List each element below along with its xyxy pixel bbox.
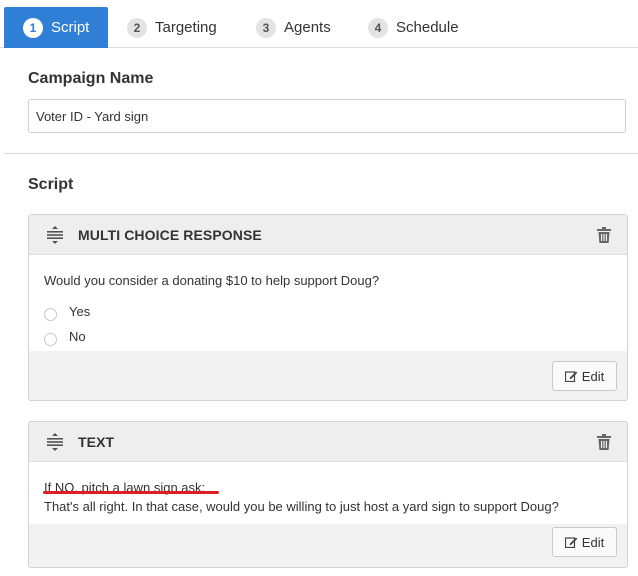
edit-label: Edit — [581, 534, 605, 550]
step-number: 3 — [256, 17, 276, 38]
tab-targeting[interactable]: 2 Targeting — [127, 7, 217, 48]
tab-agents[interactable]: 3 Agents — [256, 7, 331, 48]
card-header: TEXT — [29, 422, 627, 462]
campaign-name-label: Campaign Name — [28, 70, 154, 87]
edit-button[interactable]: Edit — [552, 361, 617, 391]
wizard-tabs: 1 Script 2 Targeting 3 Agents 4 Schedule — [0, 0, 638, 48]
drag-handle-icon[interactable] — [46, 433, 64, 451]
card-title: MULTI CHOICE RESPONSE — [78, 227, 262, 243]
trash-icon[interactable] — [597, 434, 611, 450]
tab-label: Agents — [284, 19, 331, 36]
card-body: Would you consider a donating $10 to hel… — [29, 255, 627, 351]
step-number: 1 — [23, 17, 43, 38]
tab-label: Targeting — [155, 19, 217, 36]
text-line-2: That's all right. In that case, would yo… — [44, 499, 559, 514]
tab-label: Schedule — [396, 19, 459, 36]
radio-label-yes: Yes — [69, 304, 91, 319]
script-section-title: Script — [28, 176, 74, 193]
drag-handle-icon[interactable] — [46, 226, 64, 244]
edit-label: Edit — [581, 368, 605, 384]
step-number: 2 — [127, 17, 147, 38]
multi-choice-card: MULTI CHOICE RESPONSE Would you consider… — [28, 214, 628, 401]
edit-icon — [564, 371, 578, 382]
trash-icon[interactable] — [597, 227, 611, 243]
annotation-underline — [43, 491, 219, 494]
radio-yes[interactable] — [44, 308, 57, 321]
card-header: MULTI CHOICE RESPONSE — [29, 215, 627, 255]
radio-label-no: No — [69, 329, 86, 344]
text-line-1: If NO, pitch a lawn sign ask: — [44, 480, 206, 495]
card-title: TEXT — [78, 434, 115, 450]
edit-icon — [564, 537, 578, 548]
radio-no[interactable] — [44, 333, 57, 346]
step-number: 4 — [368, 17, 388, 38]
tab-label: Script — [51, 19, 90, 36]
campaign-name-input[interactable] — [28, 99, 626, 133]
section-divider — [4, 153, 638, 154]
tab-schedule[interactable]: 4 Schedule — [368, 7, 459, 48]
question-text: Would you consider a donating $10 to hel… — [44, 273, 380, 288]
text-card: TEXT If NO, pitch a lawn sign ask: That'… — [28, 421, 628, 568]
tab-script[interactable]: 1 Script — [4, 7, 108, 48]
edit-button[interactable]: Edit — [552, 527, 617, 557]
